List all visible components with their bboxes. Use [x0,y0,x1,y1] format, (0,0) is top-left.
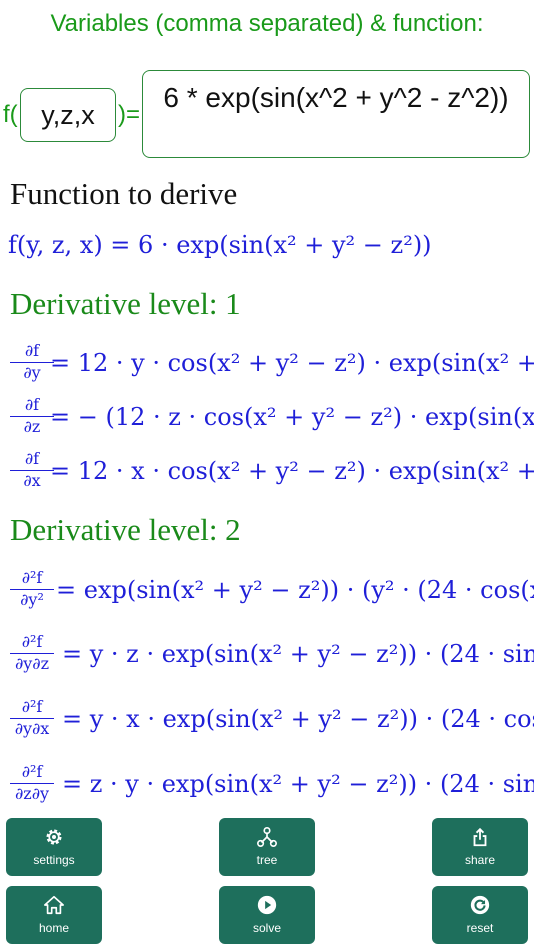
derivative-expression: = 12 · x · cos(x² + y² − z²) · exp(sin(x… [50,457,534,485]
derivative-row: ∂²f ∂z∂y = z · y · exp(sin(x² + y² − z²)… [10,762,534,812]
home-label: home [38,921,70,935]
share-icon [473,827,487,847]
variables-function-label: Variables (comma separated) & function: [50,10,484,37]
derivative-expression: = y · x · exp(sin(x² + y² − z²)) · (24 ·… [62,705,534,733]
derivative-row: ∂²f ∂y∂x = y · x · exp(sin(x² + y² − z²)… [10,697,534,747]
derivative-fraction: ∂²f ∂y² [10,568,54,610]
function-to-derive-title: Function to derive [10,176,238,211]
derivative-expression: = 12 · y · cos(x² + y² − z²) · exp(sin(x… [50,349,534,377]
derivative-row: ∂f ∂x = 12 · x · cos(x² + y² − z²) · exp… [10,449,534,499]
derivative-row: ∂f ∂y = 12 · y · cos(x² + y² − z²) · exp… [10,341,534,391]
function-input[interactable]: 6 * exp(sin(x^2 + y^2 - z^2)) [142,70,530,158]
derivative-fraction: ∂f ∂x [10,449,54,491]
play-icon [257,895,277,915]
derivative-expression: = exp(sin(x² + y² − z²)) · (y² · (24 · c… [56,576,534,604]
home-icon [44,895,64,915]
derivative-expression: = y · z · exp(sin(x² + y² − z²)) · (24 ·… [62,640,534,668]
derivative-fraction: ∂f ∂z [10,395,54,437]
variables-input[interactable]: y,z,x [20,88,116,142]
settings-button[interactable]: settings [6,818,102,876]
reset-button[interactable]: reset [432,886,528,944]
derivative-fraction: ∂²f ∂y∂z [10,632,54,674]
reset-icon [470,895,490,915]
tree-button[interactable]: tree [219,818,315,876]
derivative-expression: = z · y · exp(sin(x² + y² − z²)) · (24 ·… [62,770,534,798]
derivative-fraction: ∂²f ∂y∂x [10,697,54,739]
settings-label: settings [33,853,75,867]
tree-label: tree [256,853,278,867]
solve-button[interactable]: solve [219,886,315,944]
derivative-row: ∂f ∂z = − (12 · z · cos(x² + y² − z²) · … [10,395,534,445]
derivative-level-1-title: Derivative level: 1 [10,286,241,321]
function-suffix: )= [118,101,141,128]
share-button[interactable]: share [432,818,528,876]
derivative-fraction: ∂²f ∂z∂y [10,762,54,804]
gear-icon [46,829,62,845]
reset-label: reset [466,921,494,935]
derivative-row: ∂²f ∂y² = exp(sin(x² + y² − z²)) · (y² ·… [10,568,534,618]
derivative-row: ∂²f ∂y∂z = y · z · exp(sin(x² + y² − z²)… [10,632,534,682]
function-prefix: f( [3,101,18,128]
tree-icon [257,827,277,847]
derivative-fraction: ∂f ∂y [10,341,54,383]
derivative-level-2-title: Derivative level: 2 [10,512,241,547]
share-label: share [464,853,496,867]
derivative-expression: = − (12 · z · cos(x² + y² − z²) · exp(si… [50,403,534,431]
solve-label: solve [252,921,281,935]
function-display: f(y, z, x) = 6 · exp(sin(x² + y² − z²)) [8,231,432,259]
home-button[interactable]: home [6,886,102,944]
